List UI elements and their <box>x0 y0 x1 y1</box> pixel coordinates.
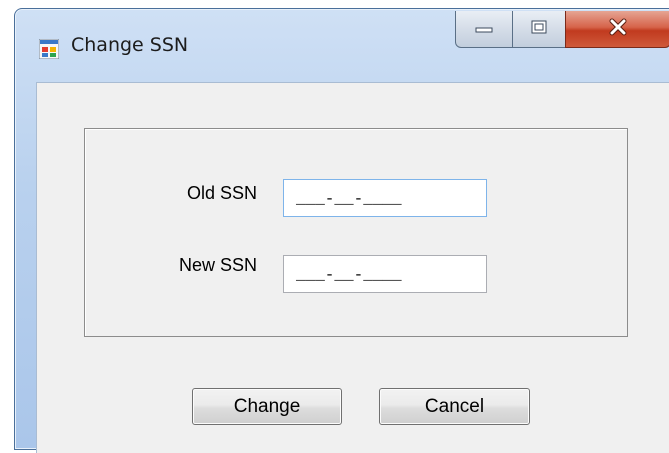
close-icon <box>607 18 629 41</box>
new-ssn-label: New SSN <box>178 255 257 275</box>
maximize-icon <box>529 19 549 40</box>
window-title: Change SSN <box>71 34 189 56</box>
cancel-button[interactable]: Cancel <box>379 388 530 425</box>
old-ssn-label: Old SSN <box>186 183 257 203</box>
change-button[interactable]: Change <box>192 388 342 425</box>
windows-form-icon <box>38 38 60 60</box>
new-ssn-input[interactable]: ___-__-____ <box>283 255 487 293</box>
ssn-groupbox <box>84 128 628 337</box>
title-bar[interactable]: Change SSN <box>15 9 669 81</box>
maximize-button[interactable] <box>512 11 566 48</box>
client-area: Old SSN ___-__-____ New SSN ___-__-____ … <box>36 82 669 453</box>
minimize-button[interactable] <box>455 11 513 48</box>
minimize-icon <box>474 20 494 39</box>
dialog-window: Change SSN Old SSN ___-__-____ New SSN _… <box>14 8 669 453</box>
close-button[interactable] <box>565 11 669 48</box>
old-ssn-input[interactable]: ___-__-____ <box>283 179 487 217</box>
